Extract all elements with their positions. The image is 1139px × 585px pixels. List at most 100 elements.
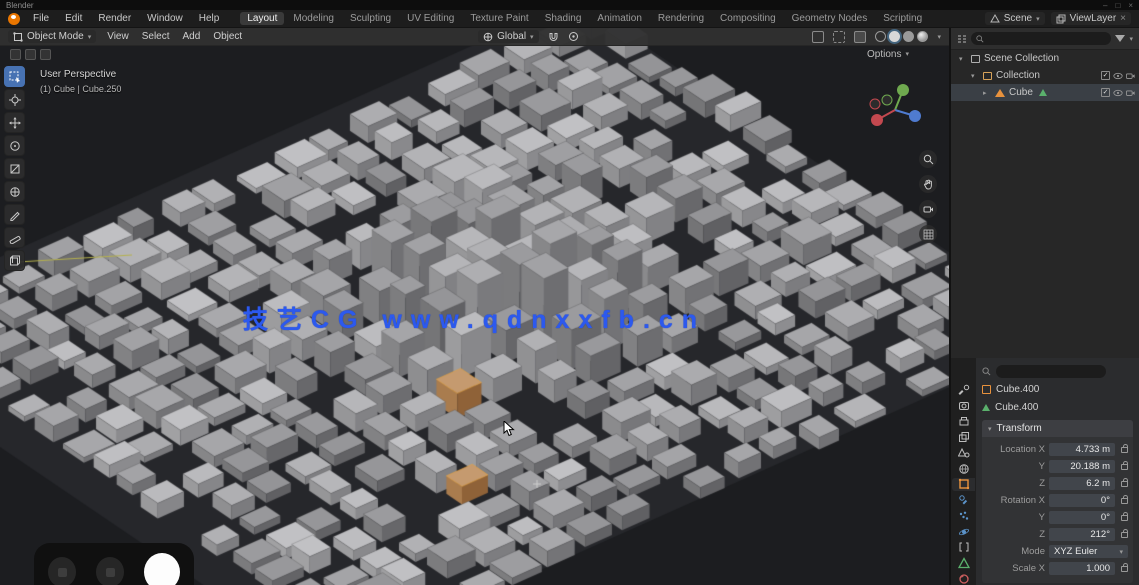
location-x-field[interactable]: 4.733 m [1049, 443, 1115, 456]
tool-tab[interactable] [952, 384, 975, 397]
rendered-shading-icon[interactable] [917, 31, 928, 42]
workspace-tab-shading[interactable]: Shading [538, 12, 589, 25]
active-tool-icon[interactable] [10, 49, 21, 60]
rotation-mode-dropdown[interactable]: XYZ Euler ▾ [1049, 545, 1128, 558]
options-dropdown[interactable]: Options ▾ [867, 49, 909, 60]
eye-icon[interactable] [1113, 89, 1123, 97]
snap-settings-icon[interactable] [25, 49, 36, 60]
hand-icon[interactable] [919, 175, 937, 193]
lock-icon[interactable] [1121, 532, 1128, 538]
navigation-gizmo[interactable] [863, 78, 927, 142]
properties-search-input[interactable] [996, 365, 1106, 378]
mode-dropdown[interactable]: Object Mode ▾ [8, 30, 96, 43]
view-layer-selector[interactable]: ViewLayer × [1051, 12, 1131, 25]
constraints-tab[interactable] [952, 541, 975, 554]
viewport-menu-view[interactable]: View [105, 31, 131, 42]
rotation-z-field[interactable]: 212° [1049, 528, 1115, 541]
transform-panel-header[interactable]: ▾ Transform [982, 420, 1133, 437]
show-overlays-toggle-icon[interactable] [833, 31, 845, 43]
camera-icon[interactable] [1126, 72, 1135, 80]
workspace-tab-geometry-nodes[interactable]: Geometry Nodes [785, 12, 875, 25]
zoom-icon[interactable] [919, 150, 937, 168]
workspace-tab-sculpting[interactable]: Sculpting [343, 12, 398, 25]
screencast-record-button[interactable] [144, 553, 180, 585]
material-preview-shading-icon[interactable] [903, 31, 914, 42]
breadcrumb-object-row[interactable]: Cube.400 [982, 380, 1133, 398]
annotate-tool[interactable] [4, 204, 25, 225]
outliner-row-collection[interactable]: ▾ Collection ✓ [951, 67, 1139, 84]
viewport-menu-object[interactable]: Object [211, 31, 244, 42]
checkbox-icon[interactable]: ✓ [1101, 88, 1110, 97]
shading-dropdown-icon[interactable]: ▾ [937, 33, 941, 41]
output-tab[interactable] [952, 415, 975, 428]
rotation-x-field[interactable]: 0° [1049, 494, 1115, 507]
outliner-row-scene-collection[interactable]: ▾ Scene Collection [951, 50, 1139, 67]
viewport-3d[interactable]: Object Mode ▾ View Select Add Object Glo… [0, 28, 949, 585]
close-button[interactable]: × [1128, 1, 1133, 10]
menu-help[interactable]: Help [196, 12, 223, 25]
scene-selector[interactable]: Scene ▾ [985, 12, 1045, 25]
pivot-settings-icon[interactable] [40, 49, 51, 60]
filter-icon[interactable] [1115, 35, 1125, 42]
screencast-button-1[interactable] [48, 557, 76, 585]
checkbox-icon[interactable]: ✓ [1101, 71, 1110, 80]
rotation-y-field[interactable]: 0° [1049, 511, 1115, 524]
gizmo-z-axis[interactable] [909, 110, 921, 122]
transform-tool[interactable] [4, 181, 25, 202]
transform-orientation-dropdown[interactable]: Global ▾ [478, 30, 538, 43]
scale-tool[interactable] [4, 158, 25, 179]
show-gizmo-toggle-icon[interactable] [812, 31, 824, 43]
move-tool[interactable] [4, 112, 25, 133]
physics-tab[interactable] [952, 525, 975, 538]
select-box-tool[interactable] [4, 66, 25, 87]
gizmo-y-axis[interactable] [897, 84, 909, 96]
outliner-editor-icon[interactable] [957, 34, 967, 44]
view-layer-remove-icon[interactable]: × [1120, 13, 1126, 24]
cursor-tool[interactable] [4, 89, 25, 110]
particles-tab[interactable] [952, 510, 975, 523]
snap-magnet-icon[interactable] [548, 31, 559, 42]
rotate-tool[interactable] [4, 135, 25, 156]
viewport-menu-select[interactable]: Select [140, 31, 172, 42]
disclosure-triangle-icon[interactable]: ▾ [971, 72, 979, 80]
location-z-field[interactable]: 6.2 m [1049, 477, 1115, 490]
lock-icon[interactable] [1121, 515, 1128, 521]
screencast-button-2[interactable] [96, 557, 124, 585]
maximize-button[interactable]: □ [1115, 1, 1120, 10]
workspace-tab-compositing[interactable]: Compositing [713, 12, 783, 25]
disclosure-triangle-icon[interactable]: ▸ [983, 89, 991, 97]
outliner-row-cube[interactable]: ▸ Cube ✓ [951, 84, 1139, 101]
scale-x-field[interactable]: 1.000 [1049, 562, 1115, 575]
object-data-tab[interactable] [952, 557, 975, 570]
add-cube-tool[interactable] [4, 250, 25, 271]
eye-icon[interactable] [1113, 72, 1123, 80]
view-layer-tab[interactable] [952, 431, 975, 444]
workspace-tab-rendering[interactable]: Rendering [651, 12, 711, 25]
disclosure-triangle-icon[interactable]: ▾ [959, 55, 967, 63]
render-tab[interactable] [952, 400, 975, 413]
workspace-tab-uv-editing[interactable]: UV Editing [400, 12, 461, 25]
workspace-tab-animation[interactable]: Animation [590, 12, 648, 25]
camera-view-icon[interactable] [919, 200, 937, 218]
scene-tab[interactable] [952, 447, 975, 460]
camera-icon[interactable] [1126, 89, 1135, 97]
gizmo-neg-x-axis[interactable] [870, 99, 880, 109]
gizmo-x-axis[interactable] [871, 114, 883, 126]
viewport-menu-add[interactable]: Add [181, 31, 203, 42]
workspace-tab-layout[interactable]: Layout [240, 12, 284, 25]
lock-icon[interactable] [1121, 498, 1128, 504]
solid-shading-icon[interactable] [889, 31, 900, 42]
material-tab[interactable] [952, 572, 975, 585]
chevron-down-icon[interactable]: ▾ [1129, 35, 1133, 43]
lock-icon[interactable] [1121, 566, 1128, 572]
menu-render[interactable]: Render [95, 12, 134, 25]
outliner-search-input[interactable] [971, 32, 1111, 45]
world-tab[interactable] [952, 462, 975, 475]
blender-logo-icon[interactable] [8, 13, 20, 25]
gizmo-neg-y-axis[interactable] [882, 95, 892, 105]
lock-icon[interactable] [1121, 464, 1128, 470]
menu-edit[interactable]: Edit [62, 12, 85, 25]
menu-file[interactable]: File [30, 12, 52, 25]
xray-toggle-icon[interactable] [854, 31, 866, 43]
wireframe-shading-icon[interactable] [875, 31, 886, 42]
